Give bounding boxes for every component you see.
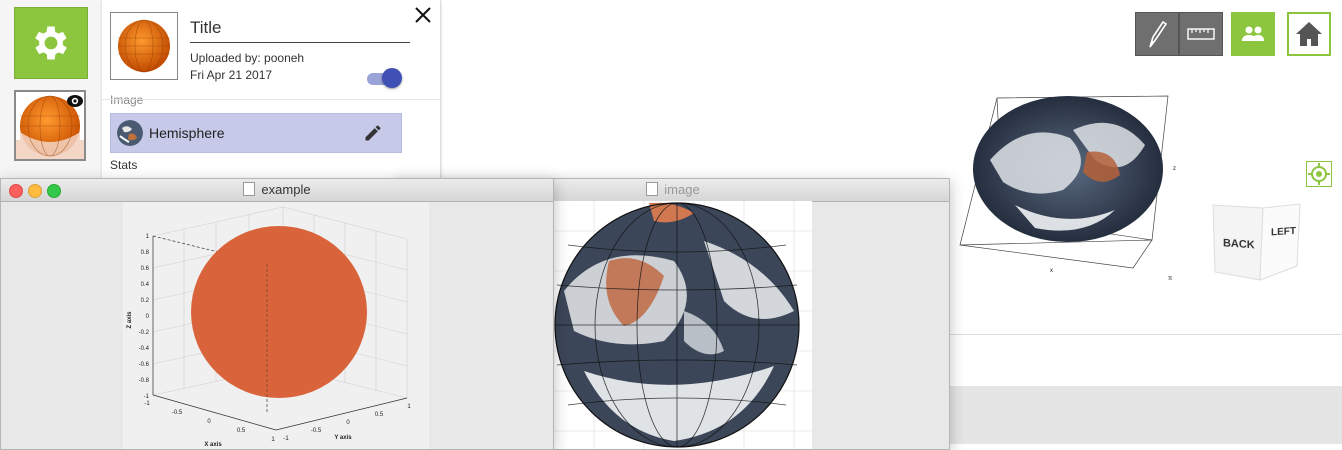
edit-button[interactable] <box>363 123 383 143</box>
image-section-label: Image <box>110 93 144 107</box>
sphere-surface <box>191 226 367 398</box>
x-axis-label: X axis <box>204 442 222 448</box>
z-tick: -0.6 <box>139 362 150 368</box>
gear-icon <box>35 26 67 60</box>
y-axis-label: Y axis <box>334 435 352 441</box>
uploader-text: Uploaded by: pooneh <box>190 51 305 65</box>
pen-tool-button[interactable] <box>1135 12 1179 56</box>
z-tick: -0.8 <box>139 378 150 384</box>
model-thumbnail-button[interactable] <box>14 90 86 161</box>
document-icon <box>646 182 659 196</box>
ruler-icon <box>1187 28 1215 40</box>
zoom-window-button[interactable] <box>47 184 61 198</box>
ruler-tool-button[interactable] <box>1179 12 1223 56</box>
title-input[interactable]: Title <box>190 18 410 43</box>
settings-button[interactable] <box>14 7 88 79</box>
stats-section-label: Stats <box>110 158 138 172</box>
y-tick: 0.5 <box>375 412 384 418</box>
image-window-title: image <box>664 182 700 197</box>
3d-globe-view[interactable]: z x π <box>955 90 1180 285</box>
z-axis-label: Z axis <box>127 311 133 329</box>
pen-icon <box>1149 20 1168 48</box>
panel-thumbnail <box>110 12 178 80</box>
viewer-bottom-strip <box>948 334 1342 387</box>
svg-text:π: π <box>1168 276 1172 282</box>
x-tick: 0.5 <box>237 428 246 434</box>
target-icon <box>1308 163 1330 185</box>
close-icon <box>415 7 431 23</box>
cube-face-back: BACK <box>1223 237 1255 251</box>
locate-button[interactable] <box>1306 161 1332 187</box>
document-icon <box>243 182 256 196</box>
example-window-title: example <box>261 182 311 197</box>
users-button[interactable] <box>1231 12 1275 56</box>
z-tick: 0.4 <box>141 282 150 288</box>
svg-text:x: x <box>1050 268 1053 274</box>
close-window-button[interactable] <box>9 184 23 198</box>
home-button[interactable] <box>1287 12 1331 56</box>
svg-text:z: z <box>1173 166 1176 172</box>
close-button[interactable] <box>412 4 434 26</box>
example-window[interactable]: example 1 0.8 0.6 0.4 0.2 0 -0.2 -0.4 -0… <box>0 178 554 450</box>
z-tick: 0.8 <box>141 250 150 256</box>
cube-face-left: LEFT <box>1271 226 1296 239</box>
z-tick: -0.4 <box>139 346 150 352</box>
minimize-window-button[interactable] <box>28 184 42 198</box>
z-tick: -0.2 <box>139 330 150 336</box>
divider <box>102 99 440 100</box>
x-tick: -1 <box>144 401 150 407</box>
earth-thumbnail <box>117 120 143 146</box>
image-list-item[interactable]: Hemisphere <box>110 113 402 153</box>
visibility-toggle[interactable] <box>365 68 403 88</box>
view-cube[interactable]: BACK LEFT <box>1205 200 1305 285</box>
3d-sphere-plot: 1 0.8 0.6 0.4 0.2 0 -0.2 -0.4 -0.6 -0.8 … <box>123 202 429 449</box>
home-icon <box>1296 22 1322 46</box>
upload-date: Fri Apr 21 2017 <box>190 68 273 82</box>
x-tick: -0.5 <box>172 410 183 416</box>
footer-area <box>948 386 1342 444</box>
y-tick: -1 <box>283 436 289 442</box>
users-icon <box>1242 26 1264 41</box>
image-name: Hemisphere <box>149 125 225 141</box>
z-tick: -1 <box>144 394 150 400</box>
z-tick: 0.2 <box>141 298 150 304</box>
y-tick: -0.5 <box>311 428 322 434</box>
example-window-titlebar[interactable]: example <box>1 179 553 202</box>
earth-image-plot <box>554 201 812 449</box>
model-info-panel: Title Uploaded by: pooneh Fri Apr 21 201… <box>102 0 441 180</box>
pencil-icon <box>365 125 381 141</box>
z-tick: 0.6 <box>141 266 150 272</box>
eye-icon <box>67 95 83 107</box>
